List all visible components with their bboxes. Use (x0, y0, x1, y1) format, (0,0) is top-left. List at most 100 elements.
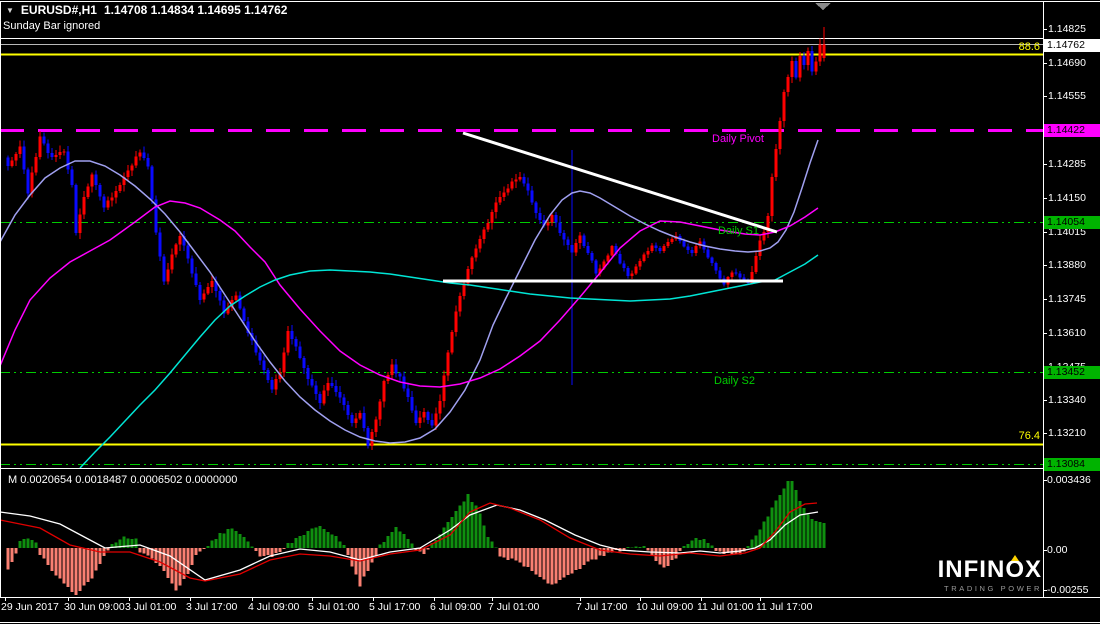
candle-body (342, 397, 346, 406)
candle-body (134, 156, 138, 166)
macd-histogram-bar (770, 507, 774, 548)
macd-histogram-bar (586, 548, 590, 562)
candle-body (538, 213, 542, 220)
candle-body (430, 420, 434, 426)
symbol-dropdown-arrow-icon[interactable]: ▼ (6, 6, 14, 15)
candle-body (366, 427, 370, 447)
candle-body (102, 196, 106, 208)
macd-histogram-bar (534, 548, 538, 575)
candle-body (34, 157, 38, 173)
candle-body (198, 285, 202, 300)
candle-body (682, 241, 686, 247)
candle-body (218, 291, 222, 301)
macd-histogram-bar (574, 548, 578, 571)
candle-body (634, 266, 638, 274)
macd-histogram-bar (646, 548, 650, 551)
macd-histogram-bar (82, 548, 86, 586)
time-axis-label: 6 Jul 09:00 (430, 601, 482, 613)
candle-body (10, 160, 14, 166)
macd-histogram-bar (510, 548, 514, 559)
candle-body (774, 149, 778, 177)
macd-histogram-bar (766, 516, 770, 548)
macd-histogram-bar (310, 528, 314, 548)
candle-body (286, 331, 290, 353)
macd-histogram-bar (342, 544, 346, 548)
candle-body (550, 214, 554, 223)
price-axis-badge: 1.14422 (1044, 124, 1100, 137)
candle-body (170, 254, 174, 270)
macd-histogram-bar (234, 530, 238, 548)
macd-histogram-bar (214, 539, 218, 548)
price-axis-badge: 1.14762 (1044, 39, 1100, 52)
macd-histogram-bar (506, 548, 510, 561)
macd-histogram-bar (678, 548, 682, 551)
candle-body (18, 146, 22, 154)
macd-histogram-bar (206, 546, 210, 548)
candle-body (90, 174, 94, 187)
candle-body (506, 188, 510, 193)
candle-body (50, 153, 54, 157)
macd-histogram-bar (814, 521, 818, 548)
candle-body (162, 256, 166, 282)
candle-body (38, 136, 42, 158)
candle-body (282, 352, 286, 373)
macd-histogram-bar (394, 527, 398, 548)
macd-histogram-bar (518, 548, 522, 563)
candle-body (738, 273, 742, 278)
candle-body (86, 186, 90, 198)
macd-histogram-bar (718, 548, 722, 552)
candle-body (526, 183, 530, 191)
macd-histogram-bar (470, 501, 474, 548)
candle-body (378, 401, 382, 420)
macd-histogram-bar (354, 548, 358, 575)
candle-body (6, 157, 10, 166)
candle-body (66, 151, 70, 170)
macd-histogram-bar (594, 548, 598, 560)
candle-body (166, 269, 170, 282)
candle-body (446, 352, 450, 376)
macd-histogram-bar (14, 548, 18, 554)
macd-histogram-bar (30, 539, 34, 548)
macd-histogram-bar (410, 543, 414, 548)
candle (450, 329, 454, 355)
macd-histogram-bar (630, 547, 634, 548)
candle-body (814, 61, 818, 72)
time-axis-label: 11 Jul 17:00 (756, 601, 813, 613)
candle-body (158, 232, 162, 257)
candle-body (238, 295, 242, 309)
candle-body (146, 157, 150, 167)
candle-body (206, 287, 210, 294)
macd-histogram-bar (374, 548, 378, 556)
candle-body (714, 263, 718, 271)
time-axis-label: 4 Jul 09:00 (248, 601, 300, 613)
candle-body (770, 176, 774, 216)
candle-body (490, 212, 494, 224)
candle (154, 195, 158, 236)
macd-histogram-bar (226, 529, 230, 548)
macd-histogram-bar (78, 548, 82, 591)
candle-body (422, 412, 426, 418)
price-axis-badge: 1.13084 (1044, 458, 1100, 471)
macd-histogram-bar (406, 539, 410, 548)
macd-histogram-bar (186, 548, 190, 574)
macd-histogram-bar (46, 548, 50, 565)
candle-body (190, 258, 194, 274)
candle-body (790, 60, 794, 78)
macd-histogram-bar (178, 548, 182, 586)
macd-histogram-bar (198, 548, 202, 552)
candle-body (778, 121, 782, 150)
candlestick-chart-canvas[interactable] (0, 0, 1100, 624)
candle-body (570, 245, 574, 253)
candle-body (330, 383, 334, 387)
macd-histogram-bar (202, 548, 206, 549)
candle-body (374, 419, 378, 432)
candle-body (782, 91, 786, 121)
macd-histogram-bar (194, 548, 198, 556)
ohlc-values: 1.14708 1.14834 1.14695 1.14762 (103, 3, 288, 17)
candle-body (74, 184, 78, 233)
macd-histogram-bar (810, 519, 814, 548)
candle-body (326, 383, 330, 391)
macd-histogram-bar (290, 542, 294, 548)
mt4-chart-window: ▼ EURUSD#,H1 1.14708 1.14834 1.14695 1.1… (0, 0, 1100, 624)
price-axis-badge: 1.13452 (1044, 366, 1100, 379)
